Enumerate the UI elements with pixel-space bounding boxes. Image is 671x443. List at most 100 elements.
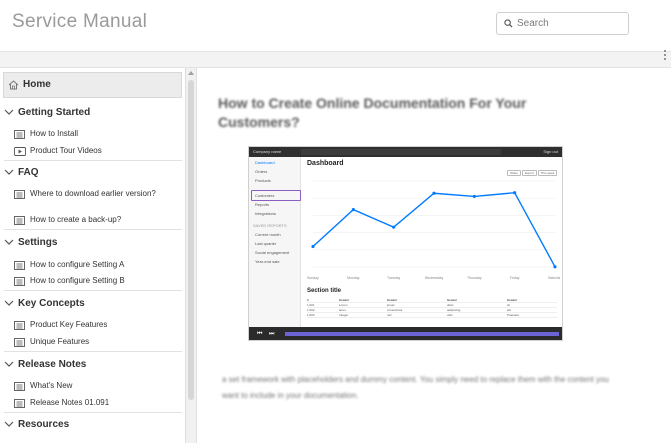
page: Service Manual Home Getting Started How …	[0, 0, 671, 443]
chevron-down-icon	[4, 421, 14, 427]
skip-forward-icon[interactable]: ⏭	[269, 331, 274, 338]
divider	[4, 412, 182, 413]
sidebar-item-home[interactable]: Home	[3, 72, 182, 98]
document-icon	[14, 382, 25, 391]
data-point	[311, 244, 315, 249]
mock-table-cell: Lorem	[339, 303, 348, 307]
x-tick-label: Friday	[510, 276, 520, 280]
mock-line-chart: Sunday Monday Tuesday Wednesday Thursday Frid…	[307, 180, 560, 280]
x-tick-label: Monday	[347, 276, 360, 280]
section-title: FAQ	[18, 167, 39, 178]
mock-table-cell: elit	[507, 308, 511, 312]
series-line	[312, 191, 556, 268]
dashboard-screenshot-image: Company name Sign out Dashboard Orders P…	[248, 146, 563, 341]
document-icon	[14, 399, 25, 408]
mock-nav-item: Last quarter	[255, 241, 277, 246]
mock-nav-item: Current month	[255, 232, 281, 237]
data-point	[351, 207, 355, 212]
data-point	[392, 225, 396, 229]
sidebar-scrollbar[interactable]	[186, 68, 197, 443]
divider	[4, 229, 182, 230]
sidebar-item-label: Where to download earlier version?	[30, 189, 156, 198]
mock-nav-item: Social engagement	[255, 250, 290, 255]
sidebar-item-label: Home	[23, 79, 51, 90]
sidebar-item-label: What's New	[30, 381, 73, 390]
mock-table-cell: Integer	[339, 313, 349, 317]
mock-nav-item: Year-end sale	[255, 259, 280, 264]
mock-table-cell: consectetur	[387, 308, 403, 312]
search-box[interactable]	[496, 12, 629, 35]
document-icon	[14, 130, 25, 139]
chevron-down-icon	[4, 361, 14, 367]
mock-signout: Sign out	[543, 149, 558, 154]
x-tick-label: Saturday	[548, 276, 560, 280]
scroll-up-arrow-icon[interactable]	[188, 71, 194, 75]
mock-table-cell: 1,003	[307, 313, 315, 317]
sidebar-item-label: How to create a back-up?	[30, 215, 122, 224]
mock-table-cell: ipsum	[387, 303, 396, 307]
header-divider-band	[0, 52, 671, 68]
mock-nav-item: Products	[255, 178, 271, 183]
article-body-text: a set framework with placeholders and du…	[222, 375, 609, 400]
mock-table-cell: sit	[507, 303, 510, 307]
sidebar-item-label: Release Notes 01.091	[30, 398, 110, 407]
skip-back-icon[interactable]: ⏮	[257, 331, 262, 338]
divider	[4, 290, 182, 291]
app-title: Service Manual	[12, 11, 148, 32]
mock-nav-heading: SAVED REPORTS	[253, 223, 287, 228]
mock-table-cell: 1,002	[307, 308, 315, 312]
divider	[4, 351, 182, 352]
document-icon	[14, 338, 25, 347]
mock-table-cell: Header	[447, 298, 458, 302]
sidebar-item-label: How to configure Setting B	[30, 276, 125, 285]
mock-nav-item: Integrations	[255, 211, 276, 216]
chevron-down-icon	[4, 109, 14, 115]
video-progress-bar[interactable]	[285, 332, 559, 336]
sidebar-item-label: Product Tour Videos	[30, 146, 102, 155]
mock-table-cell: Praesent	[507, 313, 520, 317]
section-title: Release Notes	[18, 359, 87, 370]
mock-nav-item: Customers	[255, 193, 275, 198]
sidebar-nav: Home Getting Started How to Install Prod…	[0, 68, 186, 443]
data-point	[513, 191, 517, 195]
document-icon	[14, 261, 25, 270]
home-icon	[8, 80, 19, 90]
mock-table-cell: Header	[339, 298, 350, 302]
mock-table-cell: nec	[387, 313, 392, 317]
x-tick-label: Sunday	[307, 276, 319, 280]
section-title: Key Concepts	[18, 298, 85, 309]
chevron-down-icon	[4, 239, 14, 245]
mock-table-cell: odio	[447, 313, 453, 317]
data-point	[472, 194, 476, 199]
sidebar-item-label: Unique Features	[30, 337, 90, 346]
x-tick-label: Tuesday	[387, 276, 401, 280]
divider	[4, 160, 182, 161]
scrollbar-thumb[interactable]	[188, 80, 194, 400]
sidebar-item-label: How to Install	[30, 129, 79, 138]
document-icon	[14, 216, 25, 225]
data-point	[553, 265, 557, 269]
article-content: How to Create Online Documentation For Y…	[198, 68, 671, 443]
x-tick-label: Thursday	[467, 276, 482, 280]
document-icon	[14, 321, 25, 330]
mock-table: # Header Header Header Header 1,001 Lorem ipsum…	[307, 298, 557, 318]
data-point	[432, 191, 436, 195]
mock-table-cell: Header	[507, 298, 518, 302]
more-options-icon[interactable]	[663, 50, 667, 64]
mock-sidebar: Dashboard Orders Products Customers Repo…	[249, 157, 301, 327]
mock-table-cell: adipiscing	[447, 308, 461, 312]
search-input[interactable]	[517, 15, 625, 32]
mock-nav-item: Reports	[255, 202, 270, 207]
mock-table-cell: Header	[387, 298, 398, 302]
mock-nav-item: Dashboard	[255, 160, 275, 165]
chevron-down-icon	[4, 300, 14, 306]
mock-table-cell: 1,001	[307, 303, 315, 307]
mock-search	[301, 149, 501, 155]
mock-section-title: Section title	[307, 288, 342, 294]
mock-heading: Dashboard	[307, 160, 344, 167]
top-header: Service Manual	[0, 0, 671, 52]
video-controls-bar: ⏮ ⏭	[249, 327, 562, 340]
section-title: Getting Started	[18, 107, 91, 118]
video-icon	[14, 147, 26, 156]
mock-brand: Company name	[253, 149, 282, 154]
